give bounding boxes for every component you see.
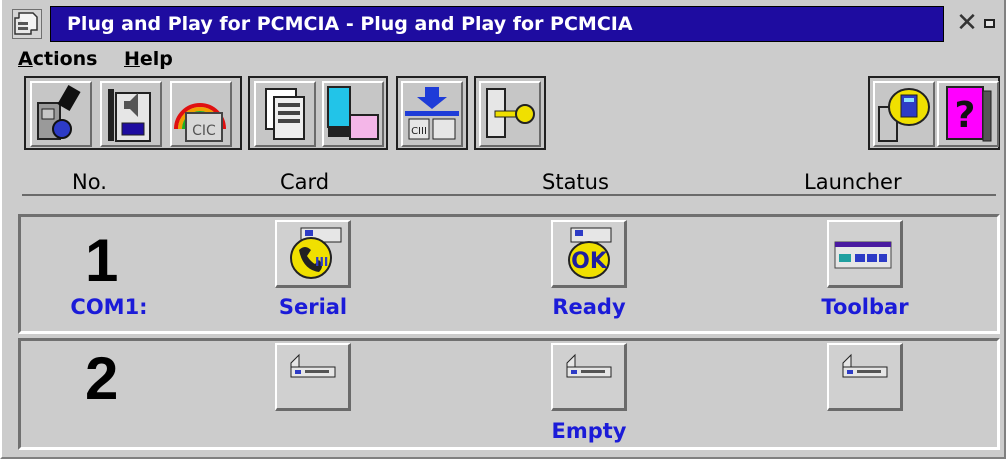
svg-text:III: III — [315, 255, 328, 269]
slot-row-2: 2 Empty — [18, 338, 1000, 450]
minimize-icon[interactable] — [984, 19, 995, 28]
ok-status-icon: OK — [571, 249, 608, 274]
slot-row-1: 1 COM1: III Serial OK Ready Toolbar — [18, 214, 1000, 334]
documents-icon[interactable] — [254, 81, 316, 147]
toolbar-group-install: CIII — [396, 76, 468, 150]
column-header-status: Status — [542, 170, 609, 194]
status-button-empty[interactable] — [551, 343, 627, 411]
menu-actions[interactable]: Actions — [18, 48, 97, 70]
toolbar-group-help: ? — [868, 76, 1000, 150]
menu-actions-mnemonic: A — [18, 48, 33, 70]
status-button-ready[interactable]: OK — [551, 220, 627, 288]
help-book-icon[interactable]: ? — [937, 81, 999, 147]
toolbar: CIC CIII ? — [12, 76, 1002, 154]
key-icon[interactable] — [479, 81, 541, 147]
card-button-serial[interactable]: III — [275, 220, 351, 288]
toolbar-group-security — [474, 76, 546, 150]
menu-help-mnemonic: H — [124, 48, 140, 70]
slot-number: 1 — [85, 227, 119, 294]
audio-device-icon[interactable] — [100, 81, 162, 147]
card-button-empty[interactable] — [275, 343, 351, 411]
menu-help[interactable]: Help — [124, 48, 173, 70]
pnp-window: Plug and Play for PCMCIA - Plug and Play… — [0, 0, 1006, 459]
socket-card-icon[interactable] — [30, 81, 92, 147]
svg-text:CIII: CIII — [411, 126, 427, 137]
column-header-no: No. — [72, 170, 107, 194]
card-label: Serial — [278, 295, 348, 319]
column-header-launcher: Launcher — [804, 170, 902, 194]
column-header-card: Card — [280, 170, 330, 194]
system-menu-icon[interactable] — [12, 9, 42, 39]
title-bar-fill: Plug and Play for PCMCIA - Plug and Play… — [50, 6, 944, 42]
status-label: Ready — [552, 295, 626, 319]
status-label: Empty — [551, 419, 627, 443]
slot-number: 2 — [85, 345, 119, 412]
launcher-button-toolbar[interactable] — [827, 220, 903, 288]
calculator-chat-icon[interactable] — [873, 81, 935, 147]
computer-icon[interactable] — [322, 81, 384, 147]
header-divider — [22, 194, 996, 196]
launcher-label: Toolbar — [821, 295, 909, 319]
title-bar[interactable]: Plug and Play for PCMCIA - Plug and Play… — [8, 4, 1002, 44]
toolbar-group-devices: CIC — [24, 76, 242, 150]
install-icon[interactable]: CIII — [401, 81, 463, 147]
svg-text:?: ? — [955, 95, 976, 136]
svg-text:CIC: CIC — [192, 123, 216, 139]
window-title: Plug and Play for PCMCIA - Plug and Play… — [67, 13, 633, 35]
menu-help-label: elp — [139, 48, 173, 70]
menu-actions-label: ctions — [32, 48, 98, 70]
close-icon[interactable]: ✕ — [952, 8, 982, 38]
launcher-button-empty[interactable] — [827, 343, 903, 411]
slot-port-label: COM1: — [70, 295, 148, 319]
rainbow-display-icon[interactable]: CIC — [170, 81, 232, 147]
toolbar-group-system — [248, 76, 388, 150]
